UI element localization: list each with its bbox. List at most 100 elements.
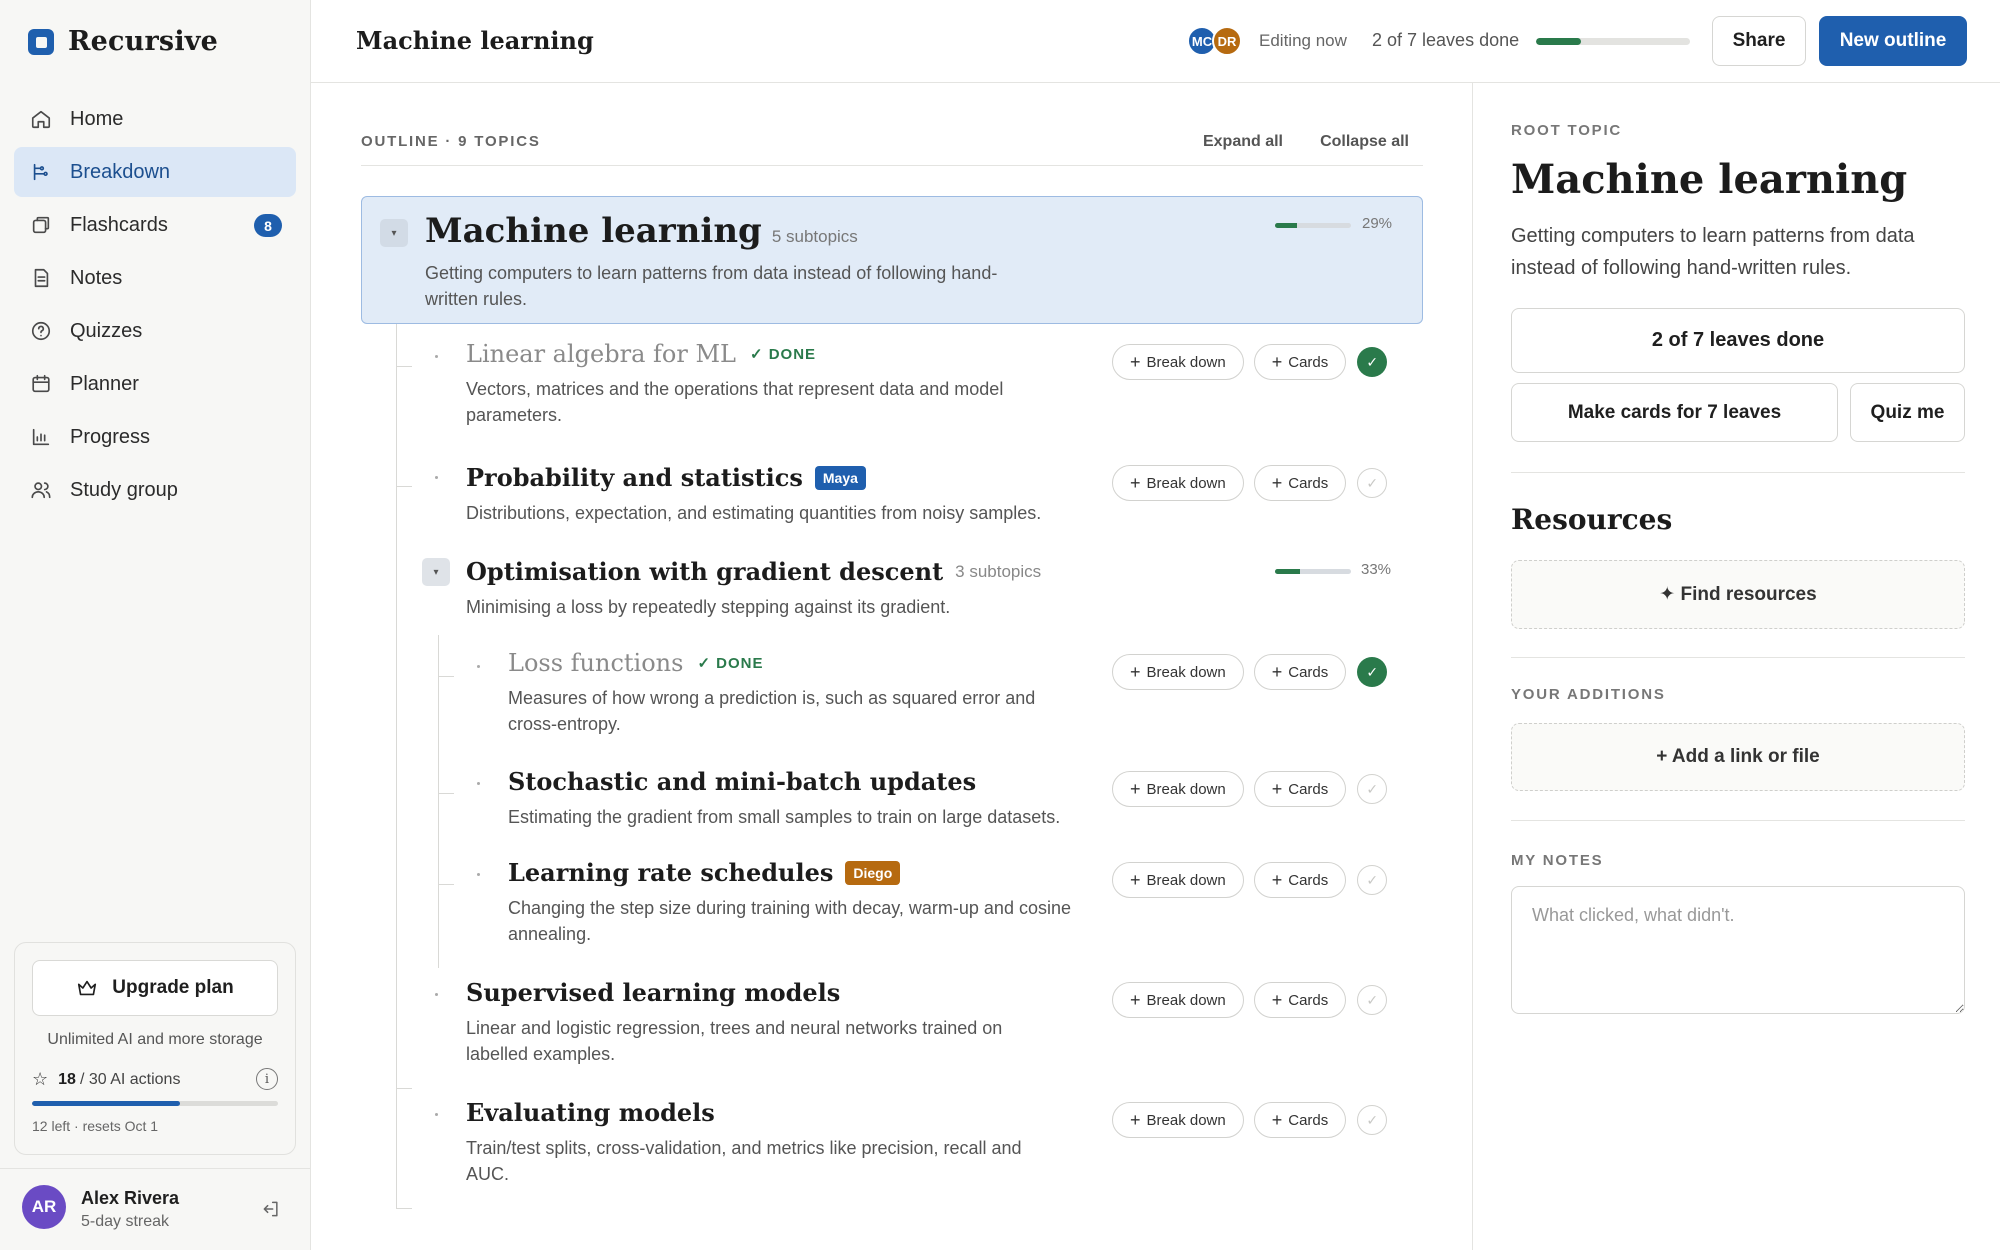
notes-textarea[interactable] xyxy=(1511,886,1965,1014)
sidebar-item-flashcards[interactable]: Flashcards 8 xyxy=(14,200,296,250)
expand-all-button[interactable]: Expand all xyxy=(1203,133,1283,151)
cards-button[interactable]: + Cards xyxy=(1253,654,1347,690)
topic-title: Evaluating models xyxy=(466,1098,715,1127)
sidebar-item-label: Study group xyxy=(70,478,178,501)
mark-done-checkbox[interactable]: ✓ xyxy=(1357,1105,1388,1135)
topic-progress-bar xyxy=(1275,223,1351,228)
mark-done-checkbox[interactable]: ✓ xyxy=(1357,657,1388,687)
share-button[interactable]: Share xyxy=(1712,16,1806,66)
mark-done-checkbox[interactable]: ✓ xyxy=(1357,774,1388,804)
tree-connector xyxy=(396,324,397,1208)
cards-button[interactable]: + Cards xyxy=(1253,465,1347,501)
tree-bullet xyxy=(435,993,438,996)
plus-icon: + xyxy=(1271,989,1283,1010)
root-topic-label: ROOT TOPIC xyxy=(1511,122,1623,139)
add-link-button[interactable]: + Add a link or file xyxy=(1511,723,1965,791)
topic-node-optimisation[interactable]: Optimisation with gradient descent 3 subt… xyxy=(466,557,1166,620)
mark-done-checkbox[interactable]: ✓ xyxy=(1357,347,1388,377)
break-down-button[interactable]: + Break down xyxy=(1112,862,1244,898)
break-down-button[interactable]: + Break down xyxy=(1112,982,1244,1018)
topic-progress-percent: 29% xyxy=(1362,215,1393,232)
plus-icon: + xyxy=(1271,351,1283,372)
page-title: Machine learning xyxy=(356,26,594,55)
collapse-toggle-icon[interactable]: ▾ xyxy=(422,558,450,586)
collapse-toggle-icon[interactable]: ▾ xyxy=(380,219,408,247)
flashcards-icon xyxy=(30,214,52,236)
leaves-done-button[interactable]: 2 of 7 leaves done xyxy=(1511,308,1965,373)
info-icon[interactable]: i xyxy=(256,1068,278,1090)
break-down-button[interactable]: + Break down xyxy=(1112,1102,1244,1138)
done-tag: ✓ DONE xyxy=(697,655,764,672)
mark-done-checkbox[interactable]: ✓ xyxy=(1357,468,1388,498)
sidebar-item-home[interactable]: Home xyxy=(14,94,296,144)
user-profile[interactable]: AR Alex Rivera 5-day streak xyxy=(0,1168,311,1250)
topic-node-loss-functions[interactable]: Loss functions ✓ DONE Measures of how wro… xyxy=(508,649,1088,737)
plus-icon: + xyxy=(1130,869,1141,890)
mark-done-checkbox[interactable]: ✓ xyxy=(1357,865,1388,895)
ai-actions-total: / 30 AI actions xyxy=(79,1070,181,1088)
detail-description: Getting computers to learn patterns from… xyxy=(1511,225,1915,279)
tree-connector xyxy=(396,1088,412,1089)
break-down-label: Break down xyxy=(1146,353,1226,371)
sidebar-item-breakdown[interactable]: Breakdown xyxy=(14,147,296,197)
topic-node-learning-rate[interactable]: Learning rate schedules Diego Changing th… xyxy=(508,858,1088,947)
avatar[interactable]: DR xyxy=(1212,26,1242,56)
topic-node-evaluating[interactable]: Evaluating models Train/test splits, cro… xyxy=(466,1098,1056,1187)
quiz-me-button[interactable]: Quiz me xyxy=(1850,383,1965,442)
break-down-button[interactable]: + Break down xyxy=(1112,771,1244,807)
tree-bullet xyxy=(435,1113,438,1116)
outline-progress-fill xyxy=(1536,38,1581,45)
topic-node-supervised[interactable]: Supervised learning models Linear and lo… xyxy=(466,978,1066,1067)
plus-icon: + xyxy=(1130,989,1141,1010)
ai-actions-remaining: 12 left · resets Oct 1 xyxy=(32,1118,159,1134)
topic-description: Distributions, expectation, and estimati… xyxy=(466,503,1042,523)
topic-title: Linear algebra for ML ✓ DONE xyxy=(466,340,1066,368)
plus-icon: + xyxy=(1130,1109,1141,1130)
cards-button[interactable]: + Cards xyxy=(1253,982,1347,1018)
new-outline-button[interactable]: New outline xyxy=(1819,16,1967,66)
tree-connector xyxy=(396,366,412,367)
collapse-all-button[interactable]: Collapse all xyxy=(1320,133,1409,151)
upgrade-plan-button[interactable]: Upgrade plan xyxy=(32,960,278,1016)
sidebar-item-planner[interactable]: Planner xyxy=(14,359,296,409)
break-down-button[interactable]: + Break down xyxy=(1112,654,1244,690)
cards-button[interactable]: + Cards xyxy=(1253,344,1347,380)
find-resources-button[interactable]: ✦ Find resources xyxy=(1511,560,1965,629)
sidebar-item-quizzes[interactable]: Quizzes xyxy=(14,306,296,356)
mark-done-checkbox[interactable]: ✓ xyxy=(1357,985,1388,1015)
divider xyxy=(1511,657,1965,658)
quizzes-icon xyxy=(30,320,52,342)
cards-button[interactable]: + Cards xyxy=(1253,862,1347,898)
cards-label: Cards xyxy=(1288,663,1329,681)
calendar-icon xyxy=(30,373,52,395)
topic-description: Vectors, matrices and the operations tha… xyxy=(466,379,1004,425)
topic-actions: + Break down + Cards ✓ xyxy=(1112,654,1388,690)
break-down-button[interactable]: + Break down xyxy=(1112,344,1244,380)
topic-title-text: Optimisation with gradient descent xyxy=(466,557,944,586)
topic-description: Changing the step size during training w… xyxy=(508,898,1071,944)
your-additions-label: YOUR ADDITIONS xyxy=(1511,686,1666,703)
break-down-label: Break down xyxy=(1146,1111,1226,1129)
break-down-button[interactable]: + Break down xyxy=(1112,465,1244,501)
sidebar-item-study-group[interactable]: Study group xyxy=(14,465,296,515)
tree-connector xyxy=(438,793,454,794)
topic-actions: + Break down + Cards ✓ xyxy=(1112,982,1388,1018)
topic-title: Supervised learning models xyxy=(466,978,841,1007)
cards-button[interactable]: + Cards xyxy=(1253,1102,1347,1138)
topic-node-probability[interactable]: Probability and statistics Maya Distribut… xyxy=(466,463,1106,526)
make-cards-button[interactable]: Make cards for 7 leaves xyxy=(1511,383,1838,442)
topic-progress-fill xyxy=(1275,569,1301,574)
tree-connector xyxy=(438,884,454,885)
sidebar-item-label: Home xyxy=(70,107,124,130)
topic-node-stochastic[interactable]: Stochastic and mini-batch updates Estima… xyxy=(508,767,1108,830)
topic-node-linear-algebra[interactable]: Linear algebra for ML ✓ DONE Vectors, mat… xyxy=(466,340,1066,428)
cards-button[interactable]: + Cards xyxy=(1253,771,1347,807)
brand[interactable]: Recursive xyxy=(28,26,218,57)
logout-icon[interactable] xyxy=(261,1199,281,1219)
topic-title-text: Linear algebra for ML xyxy=(466,340,736,368)
sidebar-item-notes[interactable]: Notes xyxy=(14,253,296,303)
root-topic-card[interactable]: ▾ Machine learning 5 subtopics Getting co… xyxy=(361,196,1423,324)
top-bar: Machine learning MC DR Editing now 2 of … xyxy=(311,0,2000,83)
cards-label: Cards xyxy=(1288,353,1329,371)
sidebar-item-progress[interactable]: Progress xyxy=(14,412,296,462)
